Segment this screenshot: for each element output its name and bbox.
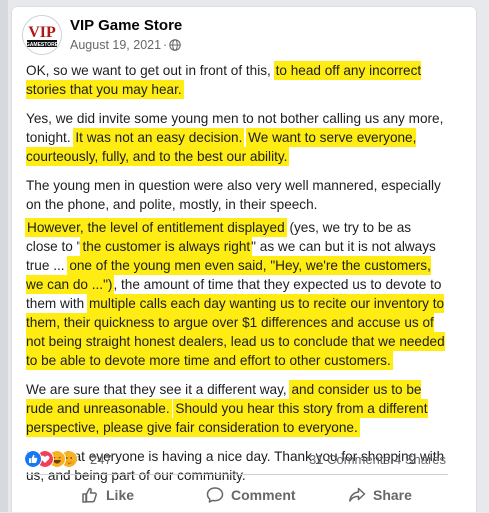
post-paragraph: OK, so we want to get out in front of th… xyxy=(26,61,446,99)
comment-count[interactable]: 31 Comments xyxy=(309,452,390,467)
highlighted-text: the customer is always right xyxy=(81,238,252,255)
comment-icon xyxy=(206,487,224,503)
share-count[interactable]: 4 Shares xyxy=(394,452,446,467)
globe-icon xyxy=(169,39,181,51)
reaction-count[interactable]: 247 xyxy=(90,452,112,467)
comment-label: Comment xyxy=(231,487,296,503)
post-paragraph: Yes, we did invite some young men to not… xyxy=(26,109,446,166)
like-icon xyxy=(24,450,42,468)
thumbs-up-icon xyxy=(82,487,97,503)
like-label: Like xyxy=(106,487,135,503)
post-body: OK, so we want to get out in front of th… xyxy=(26,61,446,495)
like-button[interactable]: Like xyxy=(81,481,134,509)
post-actions: Like Comment Share xyxy=(26,477,448,513)
stats-divider xyxy=(26,474,448,475)
post-text: The young men in question were also very… xyxy=(26,178,441,212)
svg-text:GAMESTORE: GAMESTORE xyxy=(26,42,59,48)
post-text: OK, so we want to get out in front of th… xyxy=(26,63,275,78)
comment-button[interactable]: Comment xyxy=(206,481,296,509)
highlighted-text: It was not an easy decision. xyxy=(74,129,244,146)
page-edge xyxy=(0,0,8,512)
vip-logo: VIP GAMESTORE xyxy=(23,16,61,54)
share-button[interactable]: Share xyxy=(348,481,412,509)
post-card: VIP GAMESTORE VIP Game Store August 19, … xyxy=(11,6,477,512)
highlighted-text: However, the level of entitlement displa… xyxy=(26,219,286,236)
post-paragraph: However, the level of entitlement displa… xyxy=(26,218,446,370)
post-paragraph: We are sure that they see it a different… xyxy=(26,380,446,437)
highlighted-text: multiple calls each day wanting us to re… xyxy=(26,295,445,369)
page-name[interactable]: VIP Game Store xyxy=(70,17,182,34)
share-label: Share xyxy=(373,487,412,503)
post-meta: August 19, 2021 · xyxy=(70,38,181,52)
share-icon xyxy=(349,487,366,502)
svg-text:VIP: VIP xyxy=(28,24,56,41)
post-paragraph: The young men in question were also very… xyxy=(26,176,446,214)
post-stats: 247 31 Comments 4 Shares xyxy=(24,449,454,471)
page-avatar[interactable]: VIP GAMESTORE xyxy=(22,15,62,55)
post-text: We are sure that they see it a different… xyxy=(26,382,291,397)
post-date[interactable]: August 19, 2021 xyxy=(70,38,161,52)
post-header: VIP GAMESTORE VIP Game Store August 19, … xyxy=(22,15,462,59)
